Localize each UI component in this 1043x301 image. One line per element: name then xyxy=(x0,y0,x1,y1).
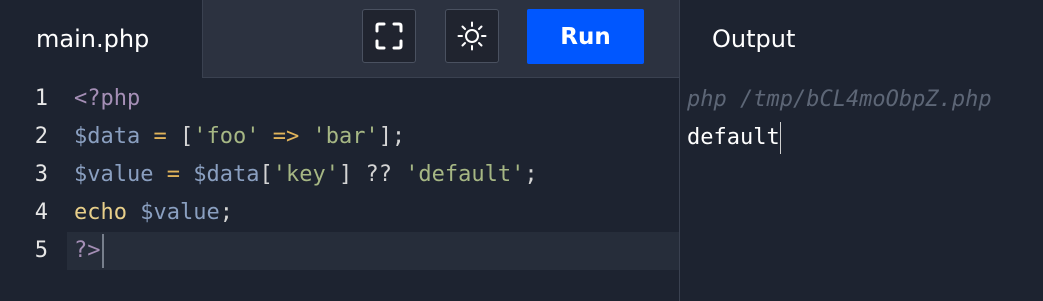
php-open-tag: <?php xyxy=(74,86,141,111)
token-operator: => xyxy=(259,124,313,149)
output-result: default xyxy=(687,119,781,157)
token-operator: = xyxy=(153,162,194,187)
line-number: 2 xyxy=(34,124,48,149)
php-online-editor: main.php Run Output 1 <?php 2 $data = ['… xyxy=(0,0,1043,301)
line-code: $data = ['foo' => 'bar']; xyxy=(74,118,405,156)
theme-toggle-button[interactable] xyxy=(445,9,499,63)
token-punctuation: ; xyxy=(524,162,538,187)
fullscreen-icon xyxy=(375,22,403,50)
text-cursor xyxy=(101,234,104,268)
line-number: 5 xyxy=(34,238,48,263)
token-string: 'key' xyxy=(272,162,339,187)
line-code: $value = $data['key'] ?? 'default'; xyxy=(74,156,538,194)
token-variable: $value xyxy=(140,200,220,225)
token-punctuation: ] xyxy=(338,162,353,187)
token-punctuation: [ xyxy=(179,124,194,149)
code-editor[interactable]: 1 <?php 2 $data = ['foo' => 'bar']; 3 $v… xyxy=(0,78,679,301)
output-cursor xyxy=(779,122,781,154)
code-line[interactable]: 4 echo $value; xyxy=(0,194,679,232)
php-close-tag: ?> xyxy=(74,238,101,263)
token-string: 'foo' xyxy=(193,124,260,149)
file-tab[interactable]: main.php xyxy=(0,0,202,78)
toolbar: Run xyxy=(202,0,679,78)
output-title: Output xyxy=(712,25,796,53)
token-string: 'default' xyxy=(405,162,525,187)
output-text: default xyxy=(687,125,780,150)
code-line[interactable]: 2 $data = ['foo' => 'bar']; xyxy=(0,118,679,156)
line-number: 1 xyxy=(34,86,48,111)
token-operator: = xyxy=(140,124,180,149)
output-panel-header: Output xyxy=(679,0,1043,78)
token-variable: $data xyxy=(74,124,141,149)
fullscreen-button[interactable] xyxy=(362,9,416,63)
code-line-active[interactable]: 5 ?> xyxy=(35,232,679,270)
token-punctuation: [ xyxy=(259,162,273,187)
output-command: php /tmp/bCL4moObpZ.php xyxy=(687,87,992,112)
token-variable: $value xyxy=(74,162,154,187)
code-line[interactable]: 1 <?php xyxy=(0,80,679,118)
token-keyword: echo xyxy=(74,200,127,225)
token-variable: $data xyxy=(193,162,260,187)
code-line[interactable]: 3 $value = $data['key'] ?? 'default'; xyxy=(0,156,679,194)
line-number: 3 xyxy=(34,162,48,187)
sun-icon xyxy=(457,21,487,51)
line-code: <?php xyxy=(74,80,140,118)
line-code: echo $value; xyxy=(74,194,233,232)
line-number: 4 xyxy=(34,200,48,225)
token-punctuation: ]; xyxy=(378,124,406,149)
output-panel[interactable]: php /tmp/bCL4moObpZ.php default xyxy=(679,78,1043,301)
file-name: main.php xyxy=(36,25,150,53)
run-button[interactable]: Run xyxy=(527,9,644,64)
line-code: ?> xyxy=(74,232,104,270)
token-operator: ?? xyxy=(352,162,406,187)
token-string: 'bar' xyxy=(312,124,379,149)
token-punctuation: ; xyxy=(219,200,233,225)
